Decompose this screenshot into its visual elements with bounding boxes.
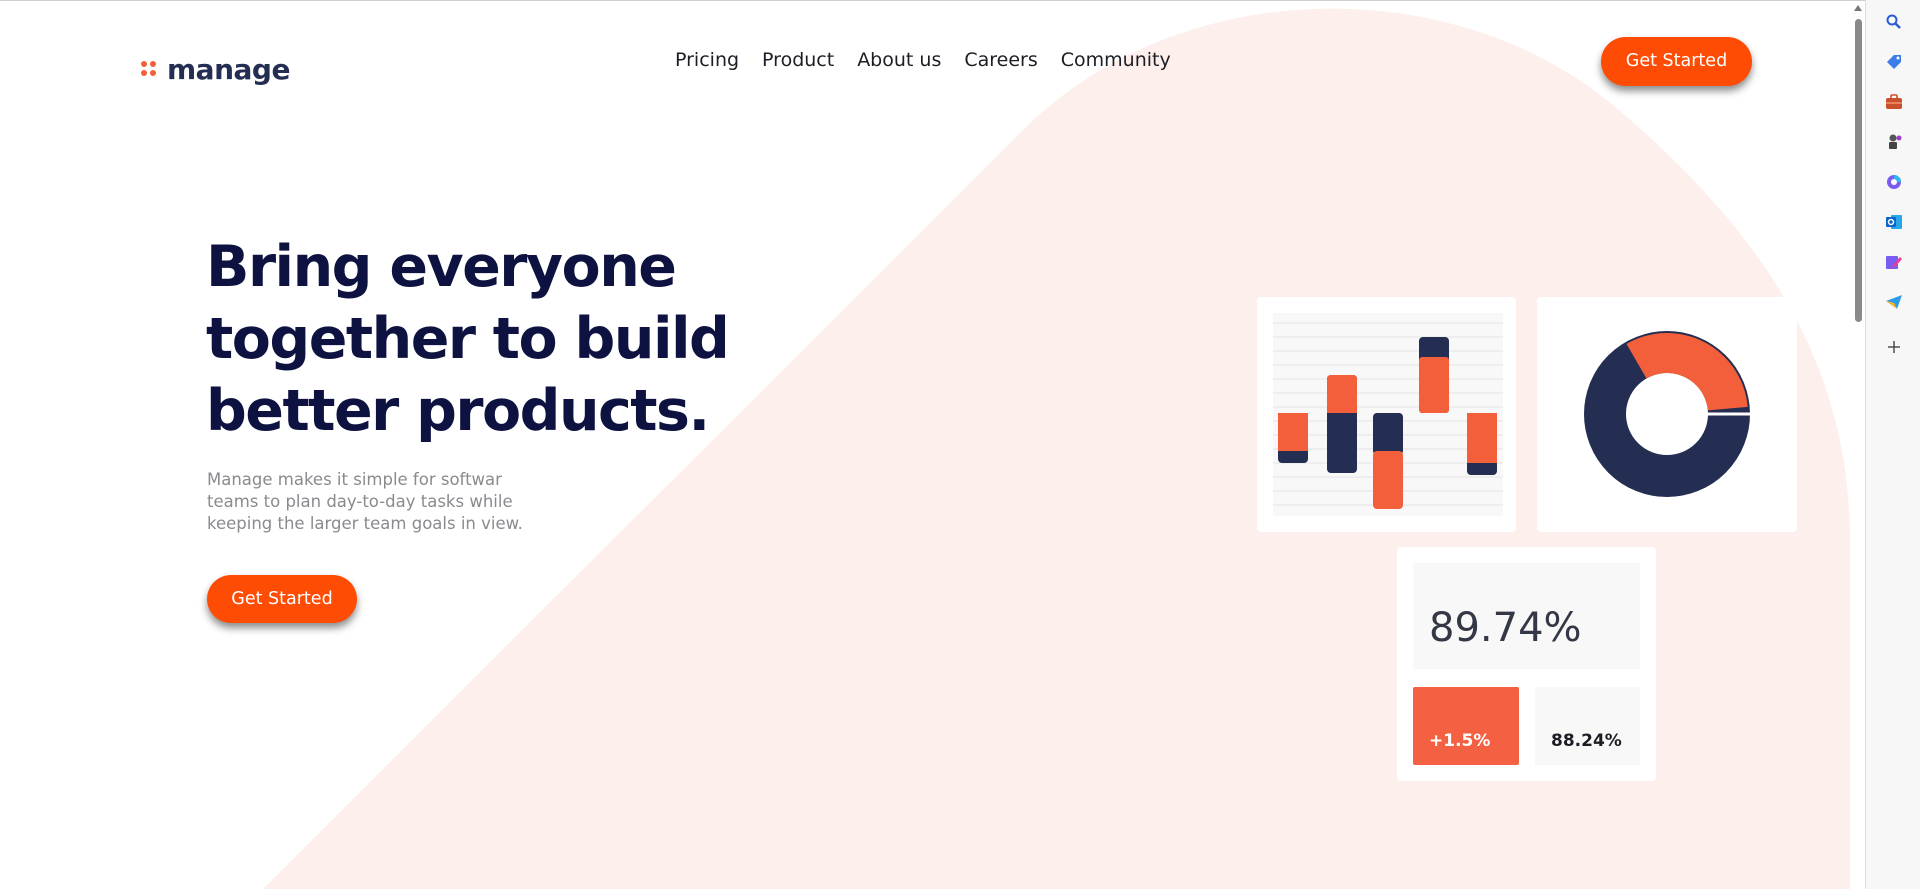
nav-product[interactable]: Product — [762, 49, 834, 71]
logo-text: manage — [167, 53, 290, 86]
hero-title-line: Bring everyone — [206, 234, 677, 300]
logo-mark-icon — [141, 60, 159, 79]
stat-change-tile: +1.5% — [1413, 687, 1519, 765]
hero-title-line: better products. — [206, 378, 710, 444]
donut-segment — [1626, 333, 1748, 411]
briefcase-icon[interactable] — [1884, 92, 1904, 112]
stats-card: 89.74% +1.5% 88.24% — [1397, 547, 1656, 781]
illustration-bar — [1467, 413, 1497, 463]
nav-about-us[interactable]: About us — [857, 49, 941, 71]
outlook-icon[interactable] — [1884, 212, 1904, 232]
illustration-bar — [1278, 413, 1308, 451]
edit-icon[interactable] — [1884, 252, 1904, 272]
illustration-bar — [1373, 413, 1403, 455]
nav-community[interactable]: Community — [1061, 49, 1171, 71]
hero-get-started-button[interactable]: Get Started — [207, 575, 357, 623]
page-viewport: manage Pricing Product About us Careers … — [0, 0, 1865, 889]
hero-title-line: together to build — [206, 306, 730, 372]
page-scrollbar[interactable] — [1851, 1, 1865, 889]
copilot-icon[interactable] — [1884, 172, 1904, 192]
search-icon[interactable] — [1884, 12, 1904, 32]
browser-sidebar — [1865, 0, 1920, 889]
stat-secondary-tile: 88.24% — [1535, 687, 1640, 765]
main-nav: Pricing Product About us Careers Communi… — [675, 49, 1194, 71]
send-icon[interactable] — [1884, 292, 1904, 312]
hero-title: Bring everyone together to build better … — [206, 231, 766, 447]
plus-icon[interactable] — [1884, 337, 1904, 357]
donut-chart-illustration — [1584, 331, 1751, 497]
nav-careers[interactable]: Careers — [964, 49, 1037, 71]
chess-icon[interactable] — [1884, 132, 1904, 152]
tag-icon[interactable] — [1884, 52, 1904, 72]
illustration-bar — [1419, 357, 1449, 413]
nav-pricing[interactable]: Pricing — [675, 49, 739, 71]
illustration-bar — [1327, 405, 1357, 413]
stat-secondary-value: 88.24% — [1551, 731, 1622, 751]
scroll-thumb[interactable] — [1855, 19, 1862, 322]
stat-change-value: +1.5% — [1429, 731, 1491, 751]
scroll-up-arrow-icon[interactable] — [1854, 5, 1862, 11]
hero-subtitle: Manage makes it simple for softwar teams… — [207, 470, 523, 533]
illustration-bar — [1373, 451, 1403, 509]
bar-chart-illustration — [1273, 313, 1503, 516]
bar-chart-card — [1257, 297, 1516, 532]
stat-main-value: 89.74% — [1429, 605, 1582, 651]
donut-chart-card — [1537, 297, 1797, 532]
logo[interactable]: manage — [141, 53, 290, 86]
stat-main-tile: 89.74% — [1413, 563, 1640, 669]
header-get-started-button[interactable]: Get Started — [1601, 37, 1752, 86]
